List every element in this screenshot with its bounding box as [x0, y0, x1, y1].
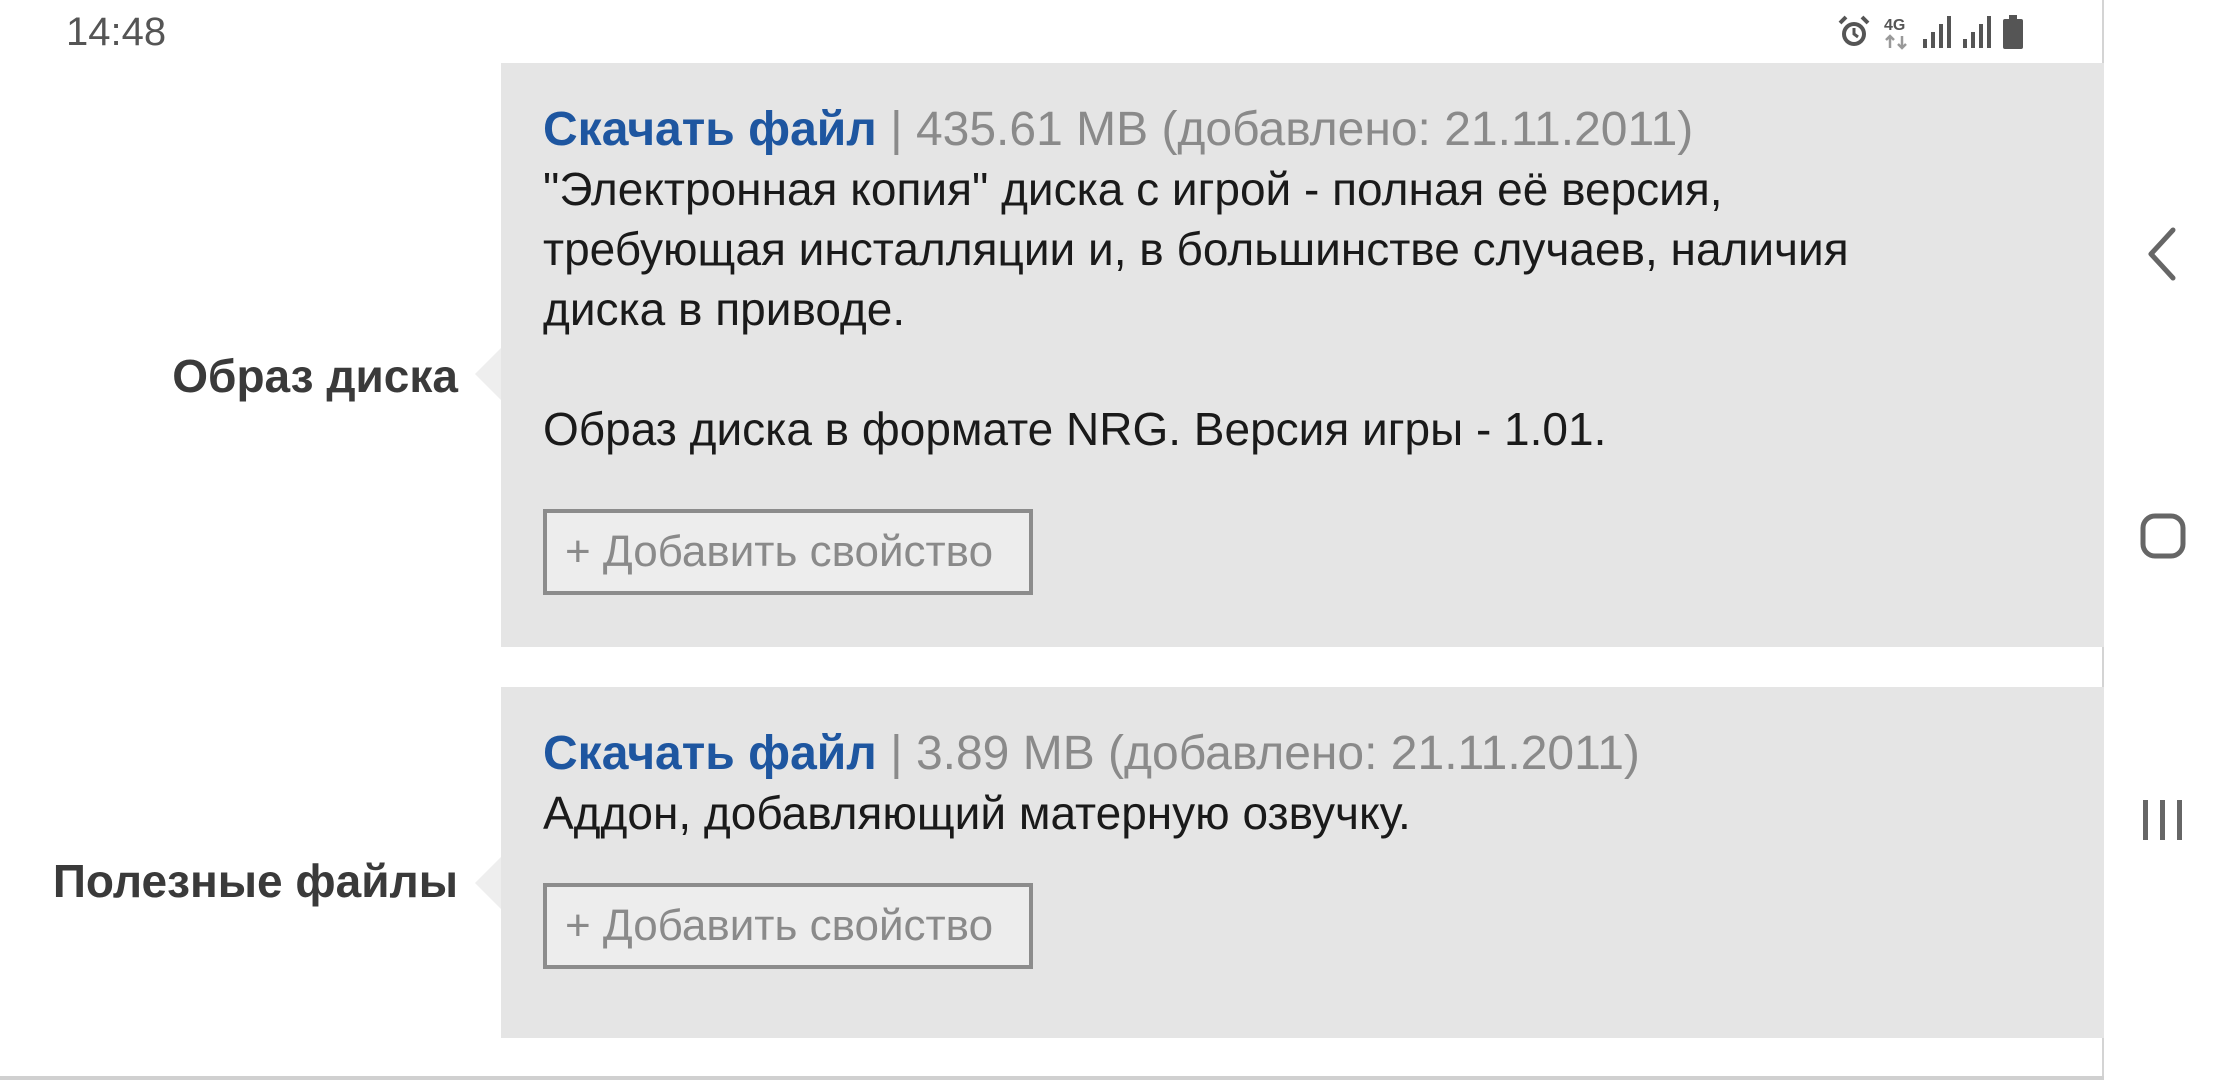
description-line: [543, 339, 2064, 399]
status-icons: 4G: [1836, 12, 2024, 52]
panel-pointer: [475, 348, 501, 400]
panel-pointer: [475, 857, 501, 909]
home-icon: [2138, 511, 2188, 566]
property-row-useful-files: Полезные файлы Скачать файл | 3.89 MB (д…: [0, 687, 2104, 1038]
home-button[interactable]: [2106, 478, 2220, 598]
navigation-bar: [2106, 0, 2220, 1080]
status-time: 14:48: [66, 10, 167, 54]
add-property-button[interactable]: + Добавить свойство: [543, 509, 1033, 595]
separator: |: [890, 103, 903, 156]
description-line: "Электронная копия" диска с игрой - полн…: [543, 163, 1723, 215]
download-file-link[interactable]: Скачать файл: [543, 727, 877, 780]
add-property-button[interactable]: + Добавить свойство: [543, 883, 1033, 969]
property-panel: Скачать файл | 435.61 MB (добавлено: 21.…: [501, 63, 2104, 647]
file-description: Аддон, добавляющий матерную озвучку.: [543, 783, 2064, 843]
4g-icon: 4G: [1882, 14, 1912, 50]
property-panel: Скачать файл | 3.89 MB (добавлено: 21.11…: [501, 687, 2104, 1038]
file-meta: 3.89 MB (добавлено: 21.11.2011): [915, 727, 1640, 780]
file-info-line: Скачать файл | 435.61 MB (добавлено: 21.…: [543, 101, 2064, 159]
page-content: Образ диска Скачать файл | 435.61 MB (до…: [0, 0, 2104, 1080]
back-button[interactable]: [2106, 196, 2220, 316]
recent-apps-button[interactable]: [2106, 762, 2220, 882]
file-info-line: Скачать файл | 3.89 MB (добавлено: 21.11…: [543, 725, 2064, 783]
property-label: Образ диска: [172, 350, 458, 402]
download-file-link[interactable]: Скачать файл: [543, 103, 877, 156]
recent-apps-icon: [2140, 797, 2186, 848]
signal-icon: [1962, 15, 1992, 49]
alarm-icon: [1836, 14, 1872, 50]
property-row-disk-image: Образ диска Скачать файл | 435.61 MB (до…: [0, 63, 2104, 647]
battery-icon: [2002, 14, 2024, 50]
file-description: "Электронная копия" диска с игрой - полн…: [543, 159, 2064, 459]
signal-icon: [1922, 15, 1952, 49]
description-line: Образ диска в формате NRG. Версия игры -…: [543, 403, 1607, 455]
bottom-divider: [0, 1076, 2104, 1080]
separator: |: [890, 727, 903, 780]
property-label: Полезные файлы: [52, 855, 458, 907]
screen: Образ диска Скачать файл | 435.61 MB (до…: [0, 0, 2220, 1080]
network-type-label: 4G: [1884, 17, 1905, 34]
description-line: требующая инсталляции и, в большинстве с…: [543, 223, 1849, 275]
description-line: Аддон, добавляющий матерную озвучку.: [543, 787, 1411, 839]
back-icon: [2145, 226, 2181, 287]
description-line: диска в приводе.: [543, 283, 906, 335]
file-meta: 435.61 MB (добавлено: 21.11.2011): [915, 103, 1694, 156]
